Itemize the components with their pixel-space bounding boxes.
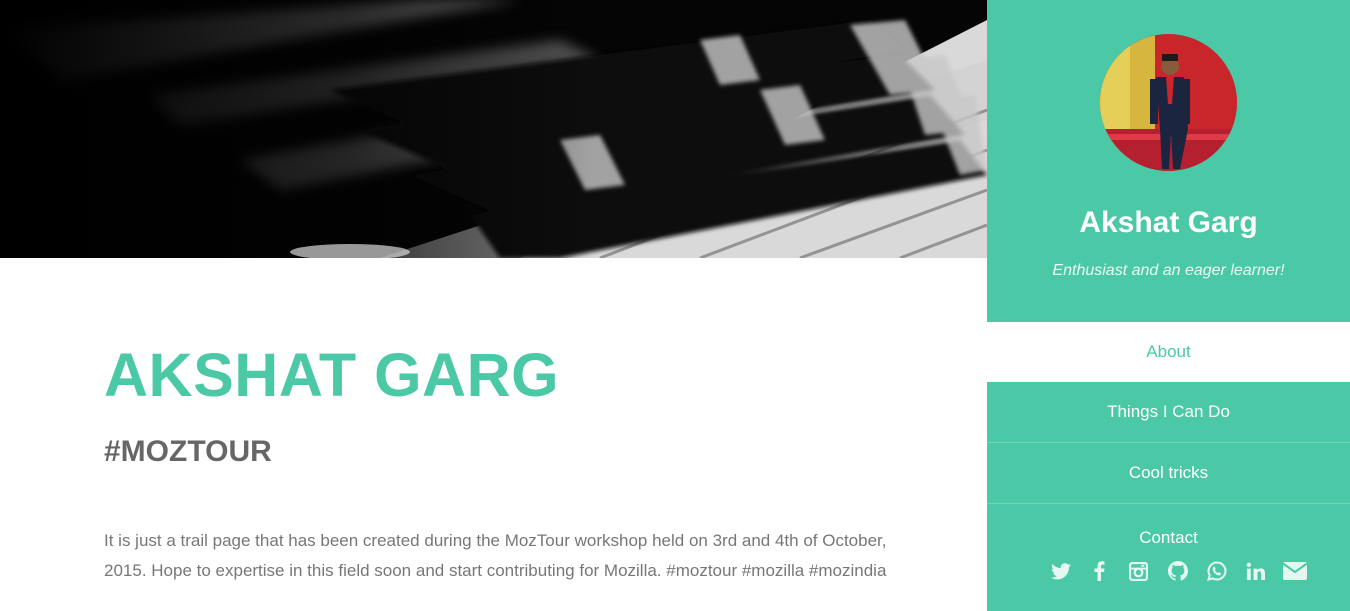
profile-name: Akshat Garg — [1079, 206, 1258, 239]
instagram-icon[interactable] — [1119, 556, 1158, 586]
linkedin-icon[interactable] — [1236, 556, 1275, 586]
twitter-icon[interactable] — [1041, 556, 1080, 586]
sidebar: Akshat Garg Enthusiast and an eager lear… — [987, 0, 1350, 611]
page-subtitle: #MOZTOUR — [104, 435, 272, 468]
nav-item-cool-tricks[interactable]: Cool tricks — [987, 443, 1350, 504]
contact-section: Contact — [987, 504, 1350, 610]
contact-label[interactable]: Contact — [987, 528, 1350, 548]
page-title: AKSHAT GARG — [104, 341, 560, 409]
whatsapp-icon[interactable] — [1197, 556, 1236, 586]
nav-item-things-i-can-do[interactable]: Things I Can Do — [987, 382, 1350, 443]
nav-item-about[interactable]: About — [987, 322, 1350, 382]
profile-card: Akshat Garg Enthusiast and an eager lear… — [987, 0, 1350, 322]
facebook-icon[interactable] — [1080, 556, 1119, 586]
avatar — [1100, 34, 1237, 171]
profile-tagline: Enthusiast and an eager learner! — [1052, 262, 1285, 279]
intro-paragraph: It is just a trail page that has been cr… — [104, 531, 887, 580]
github-icon[interactable] — [1158, 556, 1197, 586]
hero-banner-image — [0, 0, 987, 258]
envelope-icon[interactable] — [1275, 556, 1314, 586]
social-links — [1041, 556, 1314, 586]
